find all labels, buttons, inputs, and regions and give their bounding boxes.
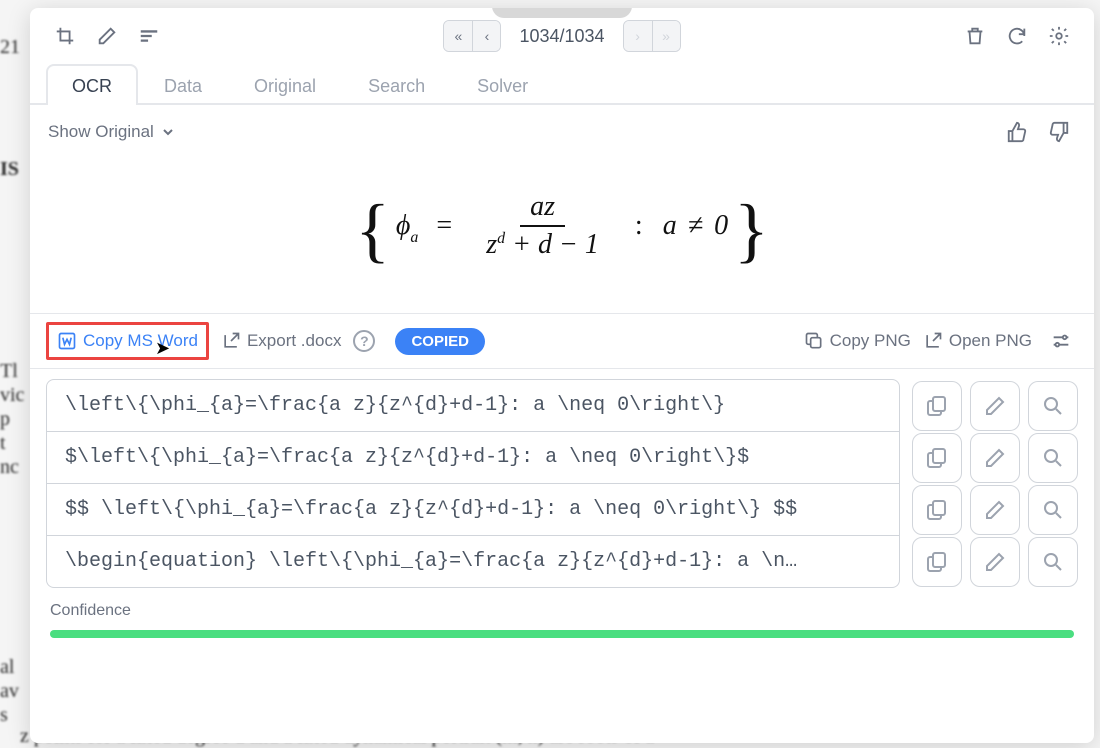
bg-text: nc	[0, 456, 19, 479]
pager-next-button[interactable]: ›	[624, 21, 652, 51]
code-text[interactable]: \begin{equation} \left\{\phi_{a}=\frac{a…	[46, 536, 900, 588]
trash-icon[interactable]	[958, 19, 992, 53]
code-list: \left\{\phi_{a}=\frac{a z}{z^{d}+d-1}: a…	[30, 369, 1094, 588]
eq-equals: =	[436, 210, 452, 242]
edit-icon[interactable]	[90, 19, 124, 53]
confidence-section: Confidence	[30, 588, 1094, 646]
edit-button[interactable]	[970, 381, 1020, 431]
bg-text: al	[0, 656, 14, 679]
copied-badge: COPIED	[395, 328, 485, 355]
tab-original[interactable]: Original	[228, 64, 342, 105]
bg-text: IS	[0, 158, 19, 181]
search-button[interactable]	[1028, 537, 1078, 587]
copy-button[interactable]	[912, 381, 962, 431]
pager: « ‹ 1034/1034 › »	[443, 20, 680, 52]
crop-icon[interactable]	[48, 19, 82, 53]
open-icon	[923, 331, 943, 351]
confidence-bar	[50, 630, 1074, 638]
tab-search[interactable]: Search	[342, 64, 451, 105]
export-docx-label: Export .docx	[247, 331, 342, 351]
tabs: OCR Data Original Search Solver	[30, 64, 1094, 105]
search-button[interactable]	[1028, 485, 1078, 535]
bg-text: Tl	[0, 360, 18, 383]
bg-text: vic	[0, 384, 24, 407]
gear-icon[interactable]	[1042, 19, 1076, 53]
pager-first-button[interactable]: «	[444, 21, 472, 51]
code-row: \left\{\phi_{a}=\frac{a z}{z^{d}+d-1}: a…	[46, 379, 1078, 432]
bg-text: 21	[0, 36, 20, 59]
copy-button[interactable]	[912, 537, 962, 587]
equation-display: { ϕa = az zd + d − 1 : a ≠ 0 }	[30, 159, 1094, 313]
main-panel: « ‹ 1034/1034 › » OCR Data Original Sear…	[30, 8, 1094, 743]
show-original-label: Show Original	[48, 122, 154, 142]
code-text[interactable]: $\left\{\phi_{a}=\frac{a z}{z^{d}+d-1}: …	[46, 432, 900, 484]
action-bar: Copy MS Word ➤ Export .docx ? COPIED Cop…	[30, 313, 1094, 369]
eq-phi: ϕ	[396, 210, 411, 241]
subbar: Show Original	[30, 105, 1094, 159]
open-png-label: Open PNG	[949, 331, 1032, 351]
export-docx-button[interactable]: Export .docx	[221, 331, 342, 351]
window-notch	[492, 8, 632, 18]
copy-button[interactable]	[912, 433, 962, 483]
cursor-icon: ➤	[155, 338, 170, 359]
pager-prev-button[interactable]: ‹	[472, 21, 500, 51]
search-button[interactable]	[1028, 381, 1078, 431]
code-row: \begin{equation} \left\{\phi_{a}=\frac{a…	[46, 536, 1078, 588]
copy-ms-word-button[interactable]: Copy MS Word ➤	[46, 322, 209, 360]
tab-ocr[interactable]: OCR	[46, 64, 138, 105]
bg-text: t	[0, 432, 6, 455]
menu-icon[interactable]	[132, 19, 166, 53]
eq-numerator: az	[520, 189, 565, 227]
chevron-down-icon	[160, 124, 176, 140]
bg-text: av	[0, 680, 19, 703]
code-text[interactable]: \left\{\phi_{a}=\frac{a z}{z^{d}+d-1}: a…	[46, 379, 900, 432]
copy-png-button[interactable]: Copy PNG	[804, 331, 911, 351]
copy-icon	[804, 331, 824, 351]
bg-text: p	[0, 408, 10, 431]
sliders-icon[interactable]	[1044, 324, 1078, 358]
copy-button[interactable]	[912, 485, 962, 535]
help-icon[interactable]: ?	[353, 330, 375, 352]
tab-data[interactable]: Data	[138, 64, 228, 105]
edit-button[interactable]	[970, 433, 1020, 483]
tab-solver[interactable]: Solver	[451, 64, 554, 105]
code-row: $$ \left\{\phi_{a}=\frac{a z}{z^{d}+d-1}…	[46, 484, 1078, 536]
bg-text: s	[0, 704, 8, 727]
edit-button[interactable]	[970, 485, 1020, 535]
word-icon	[57, 331, 77, 351]
edit-button[interactable]	[970, 537, 1020, 587]
show-original-toggle[interactable]: Show Original	[48, 122, 176, 142]
code-row: $\left\{\phi_{a}=\frac{a z}{z^{d}+d-1}: …	[46, 432, 1078, 484]
page-counter: 1034/1034	[519, 26, 604, 47]
pager-last-button[interactable]: »	[652, 21, 680, 51]
search-button[interactable]	[1028, 433, 1078, 483]
refresh-icon[interactable]	[1000, 19, 1034, 53]
open-png-button[interactable]: Open PNG	[923, 331, 1032, 351]
code-text[interactable]: $$ \left\{\phi_{a}=\frac{a z}{z^{d}+d-1}…	[46, 484, 900, 536]
confidence-label: Confidence	[50, 602, 1074, 620]
copy-ms-word-label: Copy MS Word	[83, 331, 198, 351]
thumbs-down-icon[interactable]	[1042, 115, 1076, 149]
thumbs-up-icon[interactable]	[1000, 115, 1034, 149]
eq-sub-a: a	[410, 229, 418, 246]
export-icon	[221, 331, 241, 351]
copy-png-label: Copy PNG	[830, 331, 911, 351]
eq-colon: :	[635, 210, 643, 242]
